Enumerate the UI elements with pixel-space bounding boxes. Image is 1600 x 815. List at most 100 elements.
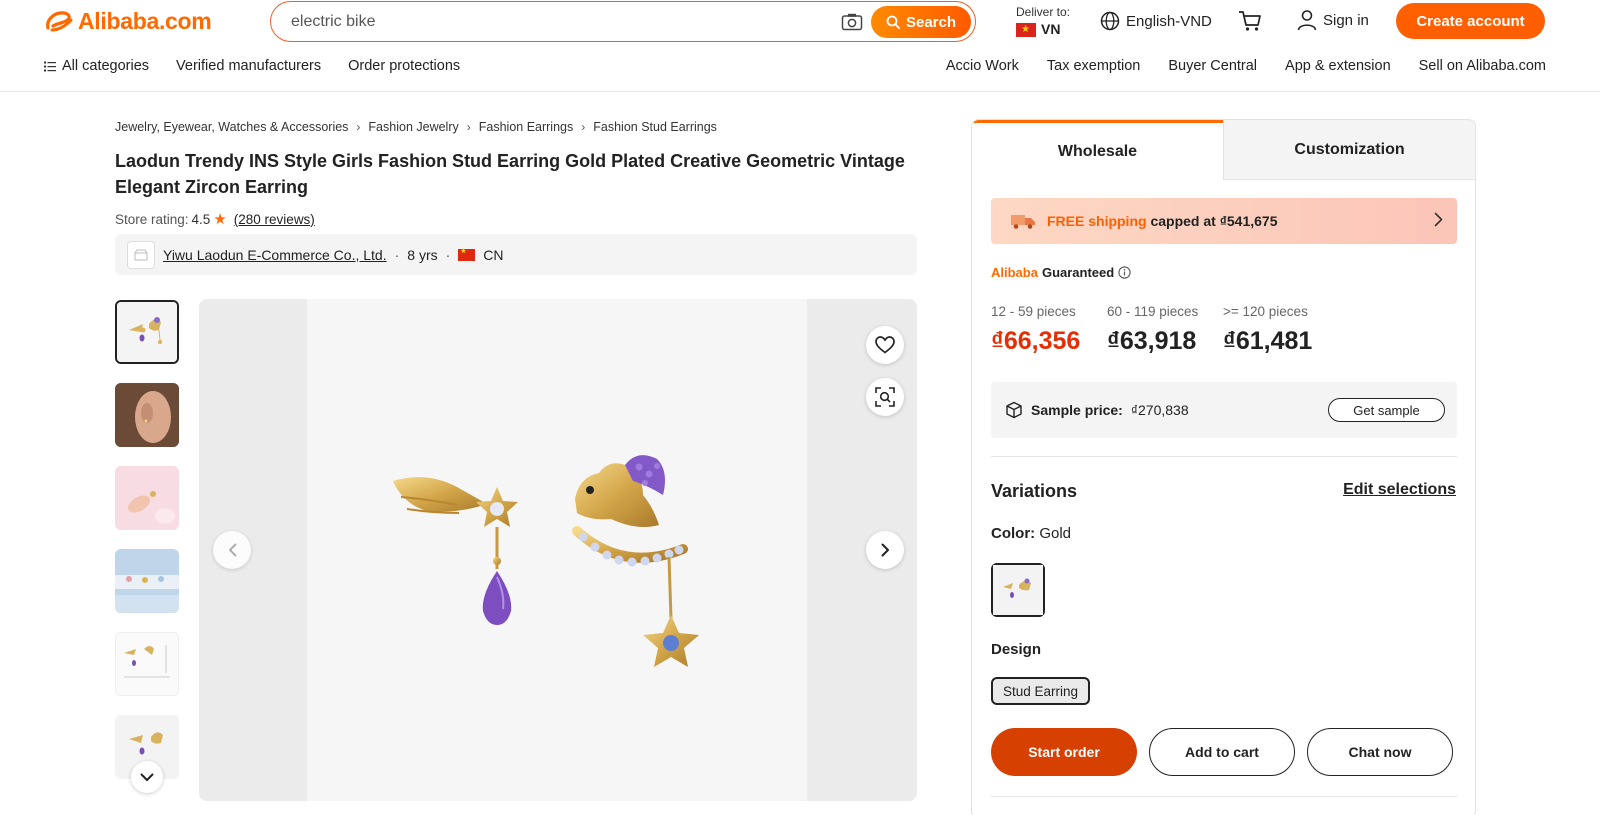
price-tiers: 12 - 59 pieces ₫66,356 60 - 119 pieces ₫… (991, 304, 1339, 356)
thumbnail-image[interactable] (115, 383, 179, 447)
chevron-right-icon: › (466, 120, 471, 134)
deliver-to[interactable]: Deliver to: VN (1016, 5, 1070, 37)
size-thumbnail-icon (116, 633, 178, 695)
alibaba-guaranteed-badge[interactable]: Alibaba Guaranteed (991, 265, 1131, 280)
chevron-left-icon (228, 543, 236, 557)
nav-all-categories[interactable]: All categories (44, 58, 149, 74)
free-shipping-label: FREE shipping (1047, 213, 1147, 229)
action-buttons: Start order Add to cart Chat now (991, 728, 1453, 776)
thumbnail-image[interactable] (115, 300, 179, 364)
language-selector[interactable]: English-VND (1100, 11, 1212, 31)
search-icon (886, 15, 900, 29)
hand-thumbnail-icon (115, 466, 179, 530)
deliver-label: Deliver to: (1016, 5, 1071, 19)
purchase-tabs: Wholesale Customization (972, 120, 1475, 180)
breadcrumb-item[interactable]: Fashion Jewelry (368, 120, 458, 134)
sample-price-box: Sample price: ₫270,838 Get sample (991, 382, 1457, 438)
thumbnail-image[interactable] (115, 632, 179, 696)
search-button[interactable]: Search (871, 6, 971, 38)
search-input[interactable] (291, 11, 791, 33)
supplier-name-link[interactable]: Yiwu Laodun E-Commerce Co., Ltd. (163, 247, 387, 263)
tier-quantity: >= 120 pieces (1223, 304, 1308, 319)
tier-price: ₫63,918 (1107, 327, 1197, 355)
tier-price: ₫66,356 (991, 327, 1081, 355)
info-icon (1118, 266, 1131, 279)
heart-icon (875, 336, 895, 354)
price-tier: 60 - 119 pieces ₫63,918 (1107, 304, 1223, 356)
supplier-years: 8 yrs (407, 246, 438, 263)
shipping-cap-text: capped at ₫541,675 (1150, 213, 1278, 229)
site-header: Alibaba.com Search Deliver to: VN Englis… (0, 0, 1600, 92)
variations-title: Variations (991, 481, 1078, 501)
reviews-link[interactable]: (280 reviews) (234, 212, 315, 227)
get-sample-button[interactable]: Get sample (1328, 398, 1445, 422)
alibaba-logo[interactable]: Alibaba.com (44, 6, 212, 36)
color-value: Gold (1039, 525, 1072, 542)
create-account-button[interactable]: Create account (1396, 3, 1545, 39)
image-search-icon (875, 387, 895, 407)
divider (991, 796, 1457, 797)
deliver-country-code: VN (1041, 21, 1061, 37)
store-icon (134, 249, 148, 260)
display-thumbnail-icon (115, 549, 179, 613)
thumbnails-scroll-down-button[interactable] (131, 761, 163, 793)
package-icon (1006, 401, 1022, 419)
search-box: Search (270, 1, 976, 42)
earrings-photo-icon (393, 455, 699, 667)
chat-now-button[interactable]: Chat now (1307, 728, 1453, 776)
cart-icon[interactable] (1238, 10, 1262, 32)
divider (991, 456, 1457, 457)
breadcrumb-item[interactable]: Fashion Stud Earrings (593, 120, 717, 134)
search-button-label: Search (905, 13, 957, 31)
nav-left: All categories Verified manufacturers Or… (44, 58, 460, 74)
tab-customization[interactable]: Customization (1223, 120, 1475, 180)
nav-tax-exemption[interactable]: Tax exemption (1047, 58, 1141, 74)
chevron-right-icon: › (356, 120, 361, 134)
nav-sell-on-alibaba[interactable]: Sell on Alibaba.com (1419, 58, 1546, 74)
price-tier: >= 120 pieces ₫61,481 (1223, 304, 1339, 356)
separator-dot: · (394, 246, 400, 263)
tab-wholesale[interactable]: Wholesale (972, 120, 1223, 180)
free-shipping-banner[interactable]: FREE shipping capped at ₫541,675 (991, 198, 1457, 244)
nav-right: Accio Work Tax exemption Buyer Central A… (946, 58, 1546, 74)
supplier-logo[interactable] (127, 240, 155, 269)
favorite-button[interactable] (866, 326, 904, 364)
color-label-key: Color: (991, 525, 1036, 542)
nav-verified-manufacturers[interactable]: Verified manufacturers (176, 58, 321, 74)
camera-icon[interactable] (841, 13, 863, 31)
earring-swatch-icon (993, 565, 1043, 615)
add-to-cart-button[interactable]: Add to cart (1149, 728, 1295, 776)
alibaba-logo-icon (46, 11, 73, 32)
logo-text: Alibaba.com (78, 7, 212, 34)
nav-app-extension[interactable]: App & extension (1285, 58, 1391, 74)
next-image-button[interactable] (866, 531, 904, 569)
breadcrumb-item[interactable]: Fashion Earrings (479, 120, 574, 134)
store-rating-value: 4.5 (191, 211, 211, 227)
store-rating-label: Store rating: (115, 211, 189, 227)
thumbnail-image[interactable] (115, 466, 179, 530)
edit-selections-link[interactable]: Edit selections (1343, 481, 1456, 499)
chevron-down-icon (140, 773, 154, 781)
separator-dot: · (445, 246, 451, 263)
design-option-stud-earring[interactable]: Stud Earring (991, 677, 1091, 705)
nav-buyer-central[interactable]: Buyer Central (1168, 58, 1257, 74)
color-swatch-gold[interactable] (991, 563, 1045, 617)
china-flag-icon (458, 247, 476, 261)
store-rating: Store rating: 4.5 ★ (280 reviews) (115, 210, 315, 228)
earring-thumbnail-icon (117, 302, 177, 362)
start-order-button[interactable]: Start order (991, 728, 1137, 776)
breadcrumb-item[interactable]: Jewelry, Eyewear, Watches & Accessories (115, 120, 348, 134)
previous-image-button[interactable] (213, 531, 251, 569)
nav-accio-work[interactable]: Accio Work (946, 58, 1019, 74)
purchase-panel: Wholesale Customization FREE shipping ca… (971, 119, 1476, 815)
thumbnail-image[interactable] (115, 549, 179, 613)
image-search-button[interactable] (866, 378, 904, 416)
globe-icon (1100, 11, 1120, 31)
vietnam-flag-icon (1016, 22, 1036, 37)
tier-quantity: 60 - 119 pieces (1107, 304, 1199, 319)
sign-in-link[interactable]: Sign in (1297, 9, 1369, 31)
main-product-image[interactable] (199, 299, 917, 801)
language-label: English-VND (1126, 12, 1212, 30)
sign-in-label: Sign in (1323, 11, 1369, 29)
nav-order-protections[interactable]: Order protections (348, 58, 460, 74)
